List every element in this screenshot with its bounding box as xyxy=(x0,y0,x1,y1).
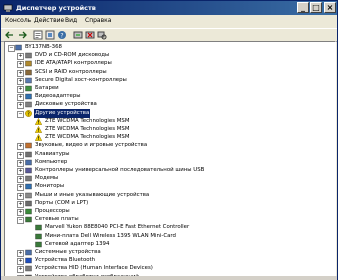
menu-help[interactable]: Справка xyxy=(85,15,111,27)
svg-text:?: ? xyxy=(60,33,63,40)
maximize-button[interactable]: □ xyxy=(310,2,322,13)
menu-console[interactable]: Консоль xyxy=(5,15,31,27)
refresh-icon[interactable] xyxy=(45,30,55,40)
network-adapter-icon xyxy=(35,241,42,247)
bluetooth-icon xyxy=(25,257,32,264)
modem-icon xyxy=(25,175,32,182)
network-adapter-icon xyxy=(25,216,32,223)
disk-drive-icon xyxy=(25,102,32,108)
hid-icon xyxy=(25,266,32,272)
sound-icon xyxy=(25,143,32,149)
warning-device-icon xyxy=(35,134,42,141)
device-manager-window: Диспетчер устройств _ □ × Консоль Действ… xyxy=(0,0,338,280)
computer-icon xyxy=(15,44,22,51)
title-bar[interactable]: Диспетчер устройств _ □ × xyxy=(1,1,337,15)
warning-device-icon xyxy=(35,117,42,125)
device-tree[interactable]: − BY137NB-368 + DVD и CD-ROM дисководы + IDE … xyxy=(4,41,336,277)
forward-arrow-icon[interactable] xyxy=(17,30,27,40)
help-icon[interactable]: ? xyxy=(57,30,67,40)
computer-icon xyxy=(25,159,32,165)
scsi-controller-icon xyxy=(25,69,32,75)
unknown-device-icon: ? xyxy=(25,109,32,117)
processor-icon xyxy=(25,208,32,215)
battery-icon xyxy=(25,85,32,92)
scan-hardware-icon[interactable] xyxy=(97,30,107,40)
menu-bar: Консоль Действие Вид Справка xyxy=(1,15,337,27)
system-device-icon xyxy=(25,249,32,256)
keyboard-icon xyxy=(25,151,32,157)
usb-icon xyxy=(25,167,32,174)
dvd-icon xyxy=(25,52,32,59)
window-title: Диспетчер устройств xyxy=(16,4,96,12)
uninstall-icon[interactable] xyxy=(85,30,95,40)
minimize-button[interactable]: _ xyxy=(297,2,309,13)
menu-action[interactable]: Действие xyxy=(34,15,64,27)
menu-view[interactable]: Вид xyxy=(65,15,77,27)
network-adapter-icon xyxy=(35,225,42,231)
monitor-icon xyxy=(25,184,32,190)
sd-card-icon xyxy=(25,77,32,83)
properties-icon[interactable] xyxy=(33,30,43,40)
warning-device-icon xyxy=(35,126,42,133)
update-driver-icon[interactable] xyxy=(73,30,83,40)
back-arrow-icon[interactable] xyxy=(5,30,15,40)
ide-controller-icon xyxy=(25,61,32,67)
close-button[interactable]: × xyxy=(324,2,336,13)
mouse-icon xyxy=(25,192,32,198)
status-bar xyxy=(1,276,337,280)
svg-text:?: ? xyxy=(27,111,30,116)
device-manager-icon xyxy=(3,4,13,12)
display-adapter-icon xyxy=(25,93,32,100)
port-icon xyxy=(25,200,32,206)
toolbar: ? xyxy=(1,28,337,42)
network-adapter-icon xyxy=(35,233,42,239)
